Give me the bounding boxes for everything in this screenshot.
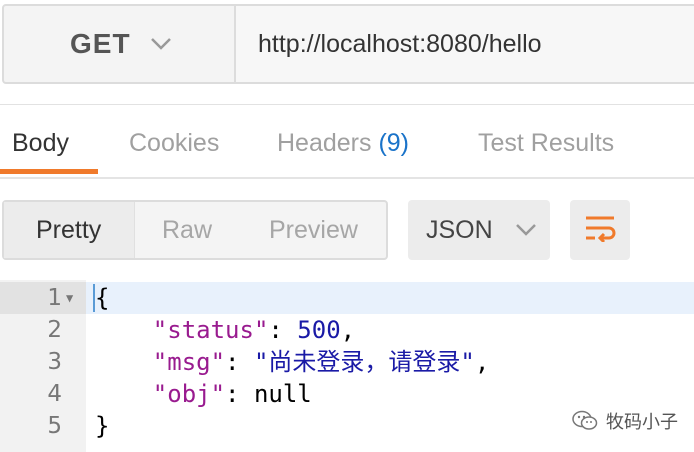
active-tab-indicator xyxy=(0,169,98,174)
json-sep: : xyxy=(225,380,254,408)
chevron-down-icon xyxy=(149,32,173,56)
json-sep: : xyxy=(268,316,298,344)
postman-response-view: GET http://localhost:8080/hello Body Coo… xyxy=(0,0,694,452)
tab-body[interactable]: Body xyxy=(12,129,69,158)
code-text: { xyxy=(95,284,110,312)
json-key: "obj" xyxy=(152,380,226,408)
line-number: 3 xyxy=(47,349,62,375)
format-label: JSON xyxy=(426,215,493,244)
json-tail: , xyxy=(340,316,356,344)
tab-test-results-label: Test Results xyxy=(478,129,615,157)
headers-count-badge: (9) xyxy=(378,129,410,157)
tab-test-results[interactable]: Test Results xyxy=(478,129,614,158)
format-select[interactable]: JSON xyxy=(408,200,550,260)
json-value: "尚未登录，请登录" xyxy=(253,348,475,376)
json-key: "msg" xyxy=(152,348,226,376)
wrap-lines-icon xyxy=(583,214,617,247)
line-number: 1 xyxy=(47,285,62,311)
code-line: 2 "status": 500, xyxy=(0,314,694,346)
json-value: null xyxy=(253,380,312,408)
request-bar: GET http://localhost:8080/hello xyxy=(2,4,694,84)
code-text: "status": 500, xyxy=(95,314,355,346)
watermark-text: 牧码小子 xyxy=(606,412,678,433)
wechat-icon xyxy=(572,410,598,432)
code-line: 3 "msg": "尚未登录，请登录", xyxy=(0,346,694,378)
json-value: 500 xyxy=(297,316,341,344)
method-select[interactable]: GET xyxy=(4,6,236,82)
tab-cookies[interactable]: Cookies xyxy=(129,129,219,158)
json-key: "status" xyxy=(152,316,269,344)
tab-cookies-label: Cookies xyxy=(129,129,220,157)
chevron-down-icon xyxy=(515,223,537,237)
preview-button[interactable]: Preview xyxy=(269,216,358,245)
response-tabs: Body Cookies Headers (9) Test Results xyxy=(0,105,694,179)
code-line: 4 "obj": null xyxy=(0,378,694,410)
line-number: 4 xyxy=(47,381,62,407)
fold-triangle-icon[interactable]: ▼ xyxy=(66,282,73,314)
url-text: http://localhost:8080/hello xyxy=(258,29,542,58)
view-mode-group: Pretty Raw Preview xyxy=(2,200,388,260)
tab-headers-label: Headers xyxy=(277,129,372,157)
code-text: "msg": "尚未登录，请登录", xyxy=(95,346,490,378)
code-line: 1 ▼ { xyxy=(0,282,694,314)
method-label: GET xyxy=(70,28,131,59)
tab-headers[interactable]: Headers (9) xyxy=(277,129,409,158)
code-text: } xyxy=(95,412,110,440)
watermark: 牧码小子 xyxy=(572,408,678,434)
url-input[interactable]: http://localhost:8080/hello xyxy=(236,6,694,82)
line-number: 2 xyxy=(47,317,62,343)
tab-body-label: Body xyxy=(12,129,69,157)
pretty-button[interactable]: Pretty xyxy=(36,216,101,245)
raw-button[interactable]: Raw xyxy=(162,216,212,245)
code-text: "obj": null xyxy=(95,378,312,410)
json-sep: : xyxy=(225,348,254,376)
wrap-lines-button[interactable] xyxy=(570,200,630,260)
line-number: 5 xyxy=(47,413,62,439)
json-tail: , xyxy=(474,348,490,376)
